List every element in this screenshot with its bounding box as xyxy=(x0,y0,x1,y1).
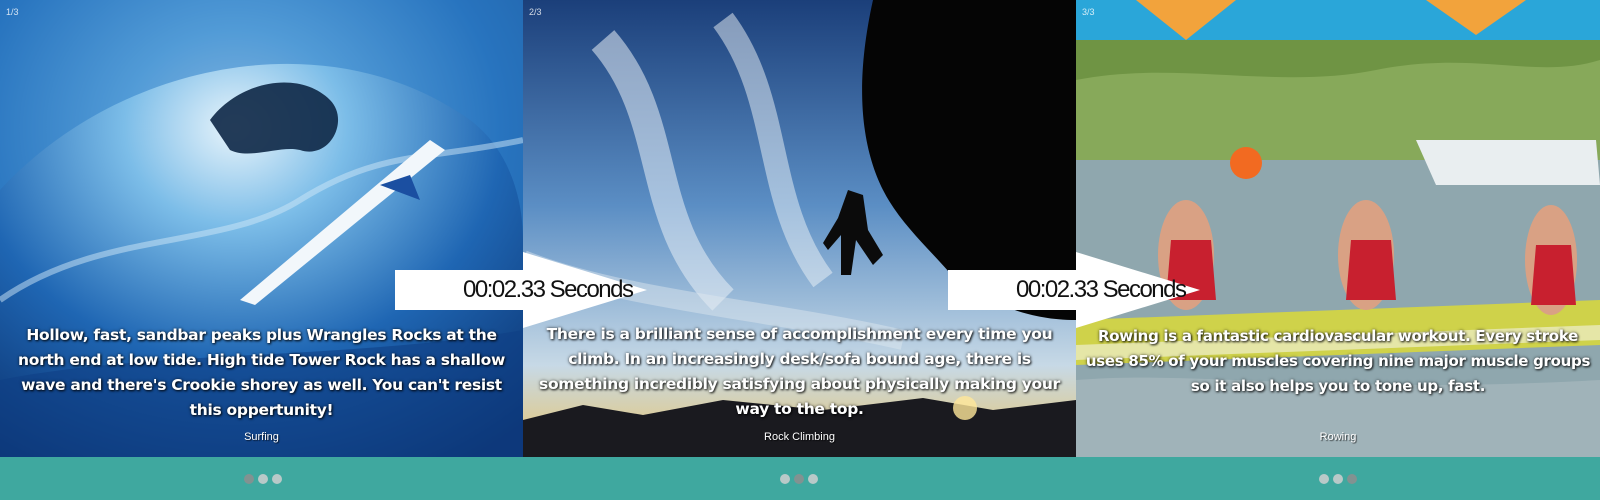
slide-surfing[interactable]: 1/3 Hollow, fast, sandbar peaks plus Wra… xyxy=(0,0,523,500)
slide-rock-climbing[interactable]: 2/3 There is a brilliant sense of accomp… xyxy=(523,0,1076,500)
pagination-dot[interactable] xyxy=(780,474,790,484)
transition-timer: 00:02.33 Seconds xyxy=(948,252,1208,328)
pagination-dot[interactable] xyxy=(808,474,818,484)
pagination-dots xyxy=(0,474,523,484)
slide-footer xyxy=(1076,457,1600,500)
pagination-dot[interactable] xyxy=(794,474,804,484)
pagination-dot[interactable] xyxy=(1319,474,1329,484)
slide-caption: Rowing is a fantastic cardiovascular wor… xyxy=(1085,327,1591,395)
pagination-dot[interactable] xyxy=(1347,474,1357,484)
pagination-dots xyxy=(1076,474,1600,484)
pagination-dots xyxy=(523,474,1076,484)
timer-label: 00:02.33 Seconds xyxy=(1016,276,1187,303)
pagination-dot[interactable] xyxy=(1333,474,1343,484)
slide-caption: There is a brilliant sense of accomplish… xyxy=(539,325,1060,418)
slide-title: Rowing xyxy=(1319,431,1357,443)
slide-title: Rock Climbing xyxy=(764,431,835,443)
slide-footer xyxy=(0,457,523,500)
timer-label: 00:02.33 Seconds xyxy=(463,276,634,303)
slide-counter: 1/3 xyxy=(6,7,19,17)
slide-title: Surfing xyxy=(244,431,279,443)
pagination-dot[interactable] xyxy=(272,474,282,484)
slide-counter: 3/3 xyxy=(1082,7,1095,17)
slide-footer xyxy=(523,457,1076,500)
slide-rowing[interactable]: 3/3 Rowing is a fantastic cardiovascular… xyxy=(1076,0,1600,500)
slide-counter: 2/3 xyxy=(529,7,542,17)
slide-caption: Hollow, fast, sandbar peaks plus Wrangle… xyxy=(18,326,505,419)
pagination-dot[interactable] xyxy=(258,474,268,484)
transition-timer: 00:02.33 Seconds xyxy=(395,252,655,328)
pagination-dot[interactable] xyxy=(244,474,254,484)
